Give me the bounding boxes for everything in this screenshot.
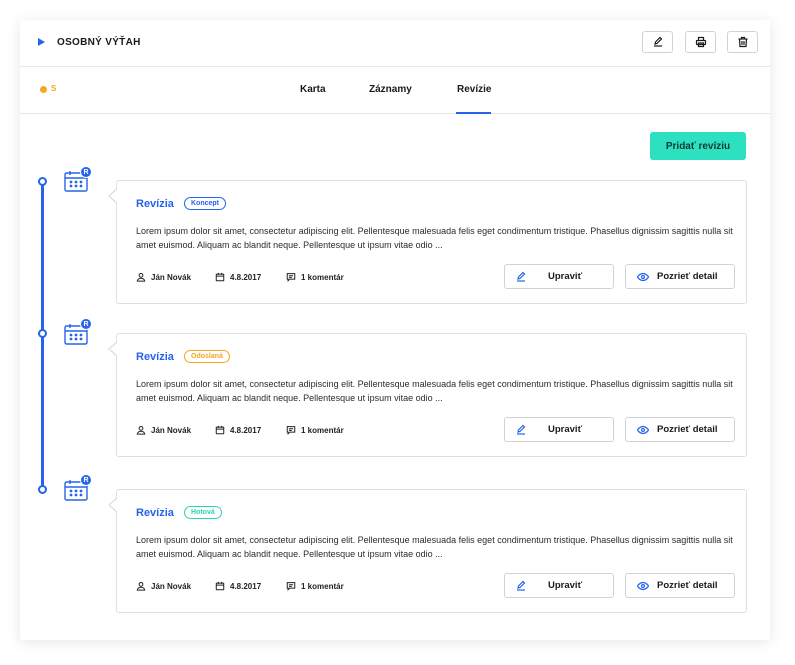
eye-icon [637,272,649,282]
comment-count: 1 komentár [301,581,344,591]
revision-date: 4.8.2017 [230,272,262,282]
comments-meta[interactable]: 1 komentár [286,272,344,282]
edit-icon [653,36,662,47]
edit-revision-button[interactable]: Upraviť [504,573,614,598]
status-badge: Koncept [184,197,226,210]
timeline-dot [38,177,47,186]
timeline-dot [38,485,47,494]
revision-date: 4.8.2017 [230,425,262,435]
edit-icon [517,580,526,591]
card-pointer [108,497,118,513]
comment-icon [286,426,296,435]
calendar-badge: R [80,318,92,330]
tab-karta[interactable]: Karta [300,84,326,95]
comment-count: 1 komentár [301,425,344,435]
card-pointer [108,341,118,357]
edit-icon [517,424,526,435]
author-meta: Ján Novák [136,272,191,282]
comments-meta[interactable]: 1 komentár [286,425,344,435]
status-dot [40,86,47,93]
user-icon [136,425,146,435]
revision-title[interactable]: Revízia [136,351,174,363]
page-header: OSOBNÝ VÝŤAH [20,20,770,67]
timeline-dot [38,329,47,338]
status-badge: Odoslaná [184,350,230,363]
revision-text: Lorem ipsum dolor sit amet, consectetur … [136,379,733,403]
user-icon [136,272,146,282]
edit-label: Upraviť [548,271,583,282]
eye-icon [637,425,649,435]
trash-icon [738,36,747,48]
author-name: Ján Novák [151,425,192,435]
eye-icon [637,581,649,591]
revision-date: 4.8.2017 [230,581,262,591]
date-meta: 4.8.2017 [215,272,261,282]
calendar-small-icon [215,581,225,591]
edit-button[interactable] [642,31,673,53]
author-meta: Ján Novák [136,581,191,591]
tab-revizie[interactable]: Revízie [457,84,491,95]
delete-button[interactable] [727,31,758,53]
revision-card: Revízia Hotová Lorem ipsum dolor sit ame… [108,489,747,613]
view-detail-button[interactable]: Pozrieť detail [625,264,735,289]
print-icon [695,36,706,48]
detail-label: Pozrieť detail [657,424,718,435]
edit-revision-button[interactable]: Upraviť [504,417,614,442]
page-title: OSOBNÝ VÝŤAH [57,37,141,48]
user-icon [136,581,146,591]
active-tab-indicator [456,112,491,114]
view-detail-button[interactable]: Pozrieť detail [625,573,735,598]
view-detail-button[interactable]: Pozrieť detail [625,417,735,442]
status-badge: Hotová [184,506,222,519]
comment-icon [286,273,296,282]
revision-title[interactable]: Revízia [136,507,174,519]
comments-meta[interactable]: 1 komentár [286,581,344,591]
edit-label: Upraviť [548,424,583,435]
revision-text: Lorem ipsum dolor sit amet, consectetur … [136,226,733,250]
author-name: Ján Novák [151,272,192,282]
status-label: S [51,84,57,93]
play-icon[interactable] [38,38,45,46]
calendar-badge: R [80,474,92,486]
calendar-small-icon [215,425,225,435]
date-meta: 4.8.2017 [215,581,261,591]
calendar-badge: R [80,166,92,178]
comment-count: 1 komentár [301,272,344,282]
revision-title[interactable]: Revízia [136,198,174,210]
detail-label: Pozrieť detail [657,580,718,591]
comment-icon [286,582,296,591]
date-meta: 4.8.2017 [215,425,261,435]
tab-zaznamy[interactable]: Záznamy [369,84,412,95]
calendar-small-icon [215,272,225,282]
author-meta: Ján Novák [136,425,191,435]
revision-card: Revízia Koncept Lorem ipsum dolor sit am… [108,180,747,304]
card-pointer [108,188,118,204]
edit-revision-button[interactable]: Upraviť [504,264,614,289]
detail-label: Pozrieť detail [657,271,718,282]
edit-label: Upraviť [548,580,583,591]
main-panel: OSOBNÝ VÝŤAH S Karta Záznamy Revízie Pri… [20,20,770,640]
revision-text: Lorem ipsum dolor sit amet, consectetur … [136,535,733,559]
print-button[interactable] [685,31,716,53]
add-revision-button[interactable]: Pridať revíziu [650,132,746,160]
revision-card: Revízia Odoslaná Lorem ipsum dolor sit a… [108,333,747,457]
author-name: Ján Novák [151,581,192,591]
tab-bar: S Karta Záznamy Revízie [20,67,770,114]
edit-icon [517,271,526,282]
